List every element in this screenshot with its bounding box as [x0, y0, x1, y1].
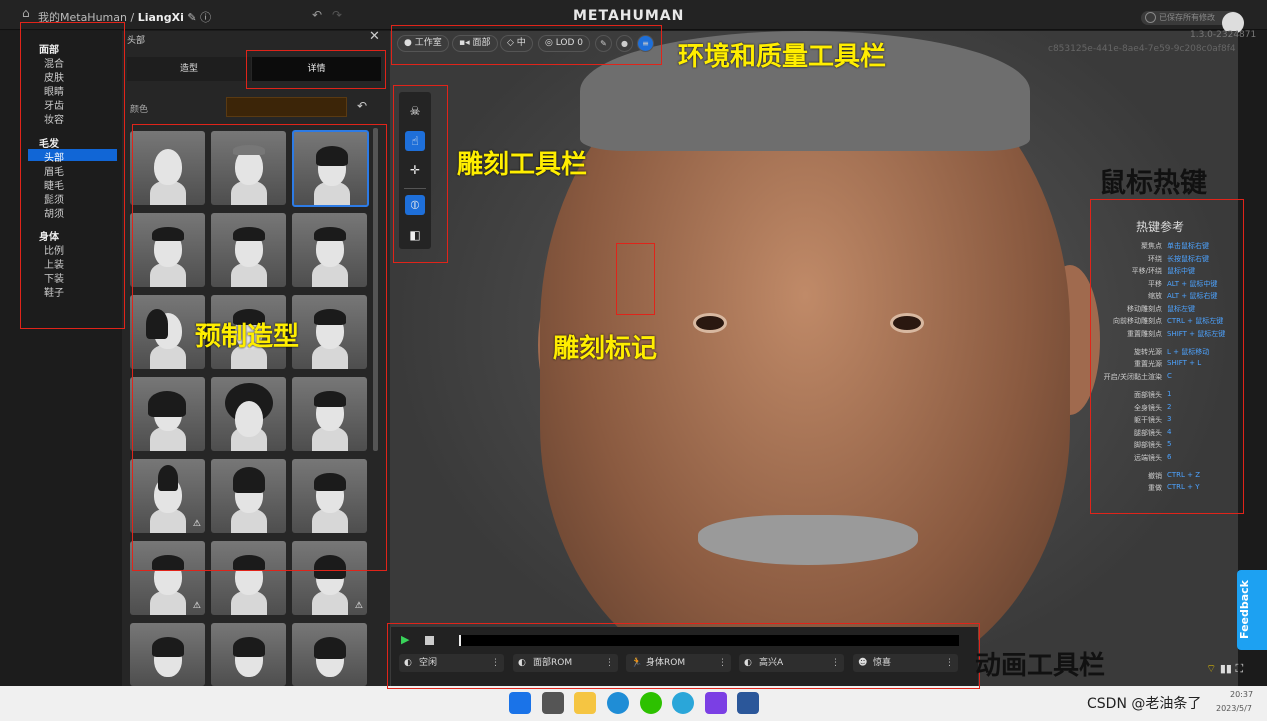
- annotation-box-sculpt: [393, 85, 448, 263]
- os-taskbar: [0, 686, 1267, 721]
- app-logo: METAHUMAN: [573, 8, 685, 24]
- warning-icon: ⚠: [192, 601, 201, 611]
- hair-preset-thumb[interactable]: [211, 623, 286, 686]
- watermark: CSDN @老油条了: [1087, 696, 1202, 712]
- task-view-icon[interactable]: [542, 692, 564, 714]
- annotation-box-marker: [616, 243, 655, 315]
- breadcrumb-current: LiangXi: [137, 11, 184, 24]
- annotation-anim-label: 动画工具栏: [975, 651, 1106, 681]
- file-explorer-icon[interactable]: [574, 692, 596, 714]
- warning-icon: ⚠: [354, 601, 363, 611]
- feedback-button[interactable]: Feedback: [1237, 570, 1267, 650]
- fullscreen-icon[interactable]: ⛶: [1235, 662, 1243, 675]
- annotation-box-hotkeys: [1090, 199, 1244, 514]
- breadcrumb-separator: /: [130, 11, 135, 24]
- edit-icon[interactable]: ✎: [187, 11, 196, 24]
- hair-preset-thumb[interactable]: [130, 623, 205, 686]
- stats-icon[interactable]: ▮▮: [1220, 662, 1232, 675]
- tab-shape[interactable]: 造型: [127, 57, 251, 81]
- reset-icon[interactable]: ↶: [357, 99, 367, 113]
- color-swatch[interactable]: [226, 97, 347, 117]
- word-icon[interactable]: [737, 692, 759, 714]
- edge-icon[interactable]: [607, 692, 629, 714]
- color-label: 颜色: [130, 105, 149, 115]
- annotation-hotkeys-label: 鼠标热键: [1099, 168, 1207, 199]
- version-label: 1.3.0-2324871: [1190, 30, 1257, 40]
- build-hash-label: c853125e-441e-8ae4-7e59-9c208c0af8f4: [1048, 44, 1236, 54]
- annotation-box-tab: [246, 50, 386, 89]
- undo-button[interactable]: ↶: [312, 8, 322, 22]
- info-icon[interactable]: ⓘ: [200, 11, 211, 24]
- app-icon[interactable]: [672, 692, 694, 714]
- start-icon[interactable]: [509, 692, 531, 714]
- annotation-box-nav: [20, 22, 125, 329]
- annotation-env-label: 环境和质量工具栏: [678, 42, 887, 72]
- feedback-label: Feedback: [1238, 580, 1251, 639]
- annotation-sculpt-label: 雕刻工具栏: [457, 150, 588, 180]
- close-icon[interactable]: ✕: [369, 29, 380, 44]
- check-circle-icon: [1145, 12, 1156, 23]
- annotation-box-env: [391, 25, 662, 65]
- annotation-marker-label: 雕刻标记: [553, 334, 658, 364]
- editor-icon[interactable]: [705, 692, 727, 714]
- clock-date: 2023/5/7: [1216, 704, 1252, 713]
- wechat-icon[interactable]: [640, 692, 662, 714]
- annotation-box-anim: [387, 623, 980, 689]
- annotation-presets-label: 预制造型: [195, 322, 300, 352]
- hair-preset-thumb[interactable]: [292, 623, 367, 686]
- signal-icon[interactable]: ⌔: [1206, 662, 1216, 675]
- clock-time: 20:37: [1230, 690, 1254, 699]
- character-mustache: [698, 515, 918, 565]
- redo-button[interactable]: ↷: [332, 8, 342, 22]
- panel-title: 头部: [127, 36, 146, 46]
- home-icon[interactable]: ⌂: [22, 6, 36, 20]
- character-eye-right: [890, 313, 924, 333]
- viewport-corner-icons: ⌔ ▮▮ ⛶: [1206, 662, 1243, 676]
- character-eye-left: [693, 313, 727, 333]
